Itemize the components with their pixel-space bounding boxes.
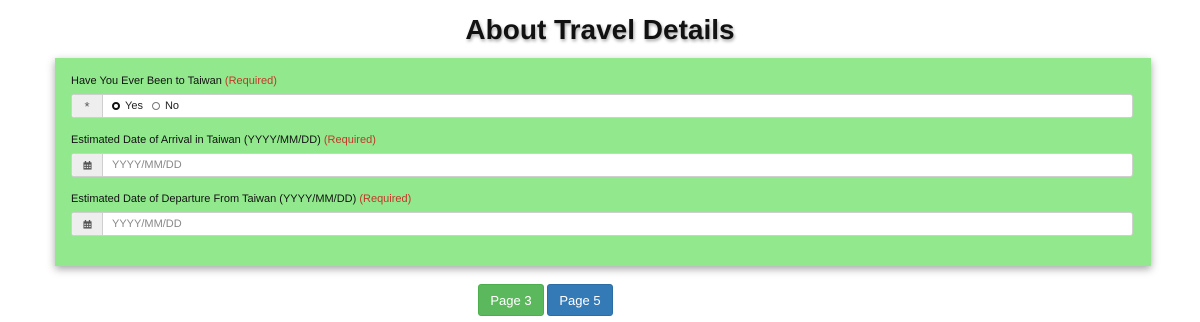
arrival-date-input[interactable] — [112, 154, 1132, 176]
radio-no-label: No — [164, 100, 180, 112]
departure-date-label-text: Estimated Date of Departure From Taiwan … — [71, 193, 357, 205]
page-5-button[interactable]: Page 5 — [547, 284, 613, 316]
arrival-date-field — [71, 153, 1133, 177]
calendar-icon[interactable] — [72, 213, 103, 235]
calendar-icon-graphic — [82, 219, 92, 229]
departure-date-field — [71, 212, 1133, 236]
visited-taiwan-yes-option[interactable]: Yes — [112, 100, 143, 112]
visited-taiwan-label: Have You Ever Been to Taiwan (Required) — [71, 75, 277, 87]
calendar-icon-graphic — [82, 160, 92, 170]
visited-taiwan-radio-group: Yes No — [103, 95, 1132, 117]
departure-date-label: Estimated Date of Departure From Taiwan … — [71, 193, 411, 205]
page: About Travel Details Have You Ever Been … — [0, 0, 1200, 322]
arrival-date-label: Estimated Date of Arrival in Taiwan (YYY… — [71, 134, 376, 146]
radio-yes-label: Yes — [125, 100, 143, 112]
visited-taiwan-label-text: Have You Ever Been to Taiwan — [71, 75, 222, 87]
calendar-icon[interactable] — [72, 154, 103, 176]
required-indicator: (Required) — [323, 134, 376, 146]
radio-no[interactable] — [151, 102, 160, 110]
visited-taiwan-no-option[interactable]: No — [151, 100, 180, 112]
arrival-date-label-text: Estimated Date of Arrival in Taiwan (YYY… — [71, 134, 321, 146]
asterisk-icon: * — [72, 95, 103, 117]
page-3-button[interactable]: Page 3 — [478, 284, 544, 316]
radio-yes[interactable] — [112, 102, 120, 110]
travel-details-panel: Have You Ever Been to Taiwan (Required) … — [55, 58, 1151, 266]
departure-date-body — [103, 213, 1132, 235]
departure-date-input[interactable] — [112, 213, 1132, 235]
page-title: About Travel Details — [465, 14, 735, 45]
arrival-date-body — [103, 154, 1132, 176]
visited-taiwan-field: * Yes No — [71, 94, 1133, 118]
required-indicator: (Required) — [224, 75, 277, 87]
required-indicator: (Required) — [359, 193, 412, 205]
